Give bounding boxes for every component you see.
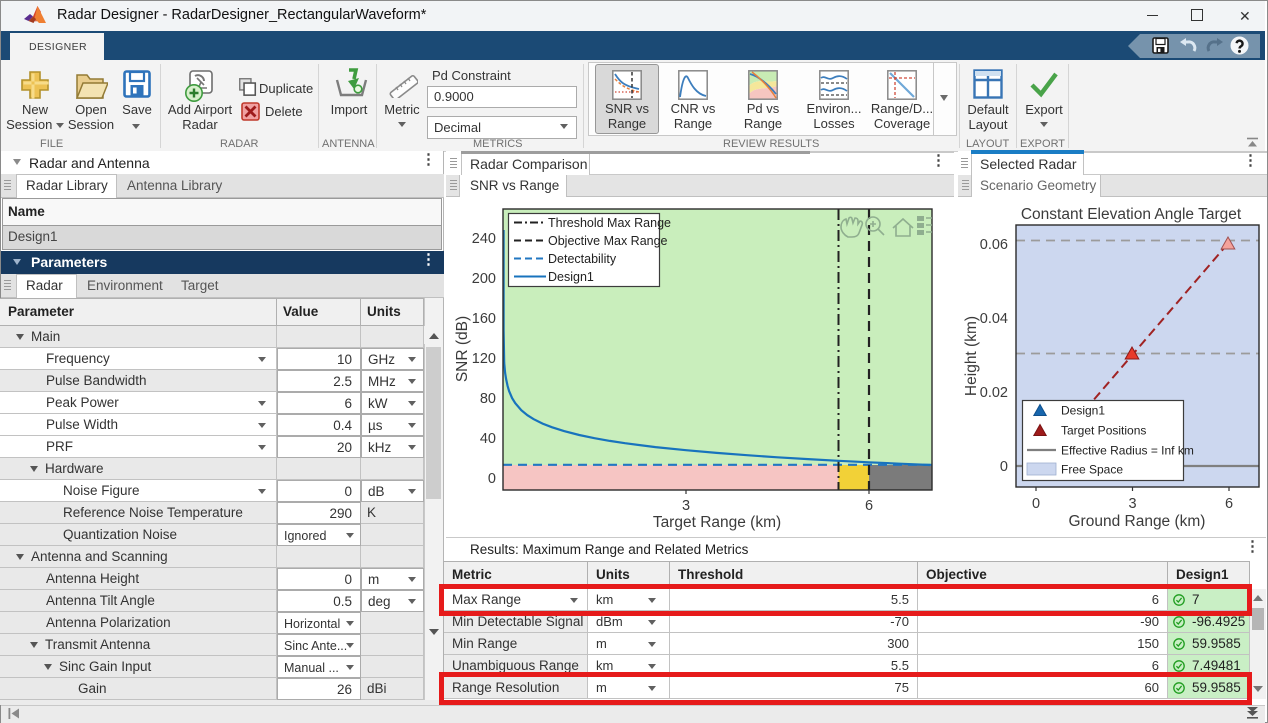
svg-text:160: 160	[472, 311, 496, 327]
svg-text:120: 120	[472, 351, 496, 367]
svg-text:0: 0	[1000, 459, 1008, 475]
svg-text:Design1: Design1	[1061, 404, 1105, 418]
svg-text:3: 3	[1128, 496, 1136, 512]
svg-text:6: 6	[1225, 496, 1233, 512]
svg-text:Target Positions: Target Positions	[1061, 424, 1146, 438]
svg-text:Ground Range (km): Ground Range (km)	[1069, 513, 1206, 530]
svg-text:Objective Max Range: Objective Max Range	[548, 234, 668, 248]
svg-text:Constant Elevation Angle Targe: Constant Elevation Angle Target	[1021, 206, 1242, 223]
svg-text:0.06: 0.06	[980, 237, 1008, 253]
svg-text:80: 80	[480, 391, 496, 407]
svg-text:Effective Radius = Inf km: Effective Radius = Inf km	[1061, 444, 1194, 458]
svg-text:Height (km): Height (km)	[963, 316, 980, 396]
svg-text:Threshold Max Range: Threshold Max Range	[548, 216, 671, 230]
svg-text:0.02: 0.02	[980, 385, 1008, 401]
svg-text:240: 240	[472, 231, 496, 247]
svg-text:0: 0	[1032, 496, 1040, 512]
svg-text:Free Space: Free Space	[1061, 463, 1123, 477]
svg-text:Detectability: Detectability	[548, 252, 617, 266]
svg-text:0.04: 0.04	[980, 311, 1008, 327]
svg-text:3: 3	[682, 498, 690, 514]
svg-text:SNR (dB): SNR (dB)	[454, 316, 471, 382]
svg-text:40: 40	[480, 431, 496, 447]
svg-text:Target Range (km): Target Range (km)	[653, 514, 781, 531]
svg-text:200: 200	[472, 271, 496, 287]
svg-text:0: 0	[488, 471, 496, 487]
svg-text:6: 6	[865, 498, 873, 514]
svg-text:Design1: Design1	[548, 270, 594, 284]
